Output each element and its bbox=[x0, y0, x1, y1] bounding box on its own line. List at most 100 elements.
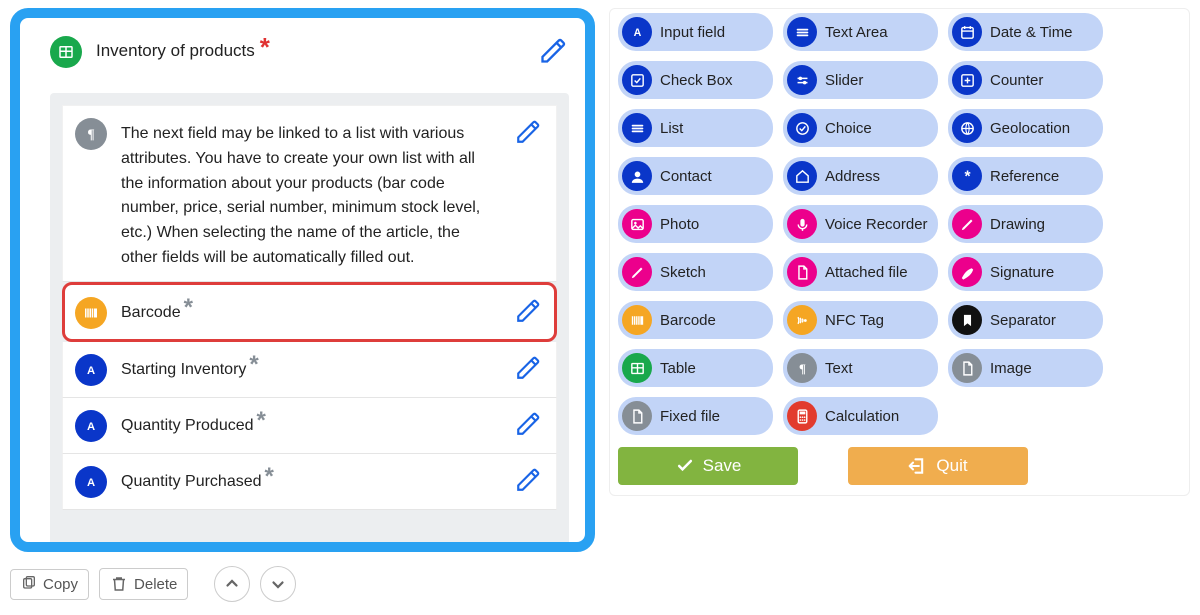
lines-icon bbox=[787, 17, 817, 47]
edit-field-button[interactable] bbox=[512, 352, 544, 384]
palette-label: Counter bbox=[990, 72, 1043, 89]
plus-box-icon bbox=[952, 65, 982, 95]
palette-label: Drawing bbox=[990, 216, 1045, 233]
field-label: Quantity Purchased* bbox=[121, 464, 498, 495]
delete-button[interactable]: Delete bbox=[99, 568, 188, 600]
palette-label: Attached file bbox=[825, 264, 908, 281]
required-indicator: * bbox=[265, 463, 274, 490]
field-row[interactable]: Barcode* bbox=[62, 282, 557, 342]
pen-icon bbox=[952, 257, 982, 287]
palette-label: Text Area bbox=[825, 24, 888, 41]
palette-barcode[interactable]: Barcode bbox=[618, 301, 773, 339]
save-button[interactable]: Save bbox=[618, 447, 798, 485]
palette-label: Table bbox=[660, 360, 696, 377]
table-icon bbox=[50, 36, 82, 68]
palette-image[interactable]: Image bbox=[948, 349, 1103, 387]
palette-address[interactable]: Address bbox=[783, 157, 938, 195]
palette-label: Image bbox=[990, 360, 1032, 377]
palette-signature[interactable]: Signature bbox=[948, 253, 1103, 291]
pencil-icon bbox=[952, 209, 982, 239]
palette-label: Signature bbox=[990, 264, 1054, 281]
palette-label: Choice bbox=[825, 120, 872, 137]
field-row[interactable]: Starting Inventory* bbox=[62, 342, 557, 398]
letter-a-icon bbox=[75, 410, 107, 442]
field-label: Starting Inventory* bbox=[121, 352, 498, 383]
palette-counter[interactable]: Counter bbox=[948, 61, 1103, 99]
letter-a-icon bbox=[75, 466, 107, 498]
copy-button[interactable]: Copy bbox=[10, 569, 89, 600]
home-icon bbox=[787, 161, 817, 191]
field-row[interactable]: Quantity Purchased* bbox=[62, 454, 557, 510]
form-title: Inventory of products bbox=[96, 41, 255, 61]
palette-photo[interactable]: Photo bbox=[618, 205, 773, 243]
move-up-button[interactable] bbox=[214, 566, 250, 602]
edit-field-button[interactable] bbox=[512, 295, 544, 327]
palette-label: Reference bbox=[990, 168, 1059, 185]
palette-label: NFC Tag bbox=[825, 312, 884, 329]
palette-reference[interactable]: Reference bbox=[948, 157, 1103, 195]
palette-table[interactable]: Table bbox=[618, 349, 773, 387]
paragraph-icon bbox=[787, 353, 817, 383]
palette-label: Contact bbox=[660, 168, 712, 185]
palette-label: Fixed file bbox=[660, 408, 720, 425]
file-icon bbox=[622, 401, 652, 431]
table-icon bbox=[622, 353, 652, 383]
mic-icon bbox=[787, 209, 817, 239]
file-icon bbox=[952, 353, 982, 383]
palette-attached-file[interactable]: Attached file bbox=[783, 253, 938, 291]
palette-label: Sketch bbox=[660, 264, 706, 281]
palette-choice[interactable]: Choice bbox=[783, 109, 938, 147]
field-row[interactable]: The next field may be linked to a list w… bbox=[62, 105, 557, 282]
letter-a-icon bbox=[622, 17, 652, 47]
palette-slider[interactable]: Slider bbox=[783, 61, 938, 99]
palette-voice-recorder[interactable]: Voice Recorder bbox=[783, 205, 938, 243]
palette-label: Geolocation bbox=[990, 120, 1070, 137]
palette-date-time[interactable]: Date & Time bbox=[948, 13, 1103, 51]
palette-geolocation[interactable]: Geolocation bbox=[948, 109, 1103, 147]
required-indicator: * bbox=[184, 294, 193, 321]
pencil-icon bbox=[622, 257, 652, 287]
palette-fixed-file[interactable]: Fixed file bbox=[618, 397, 773, 435]
check-circle-icon bbox=[787, 113, 817, 143]
palette-sketch[interactable]: Sketch bbox=[618, 253, 773, 291]
edit-field-button[interactable] bbox=[512, 116, 544, 148]
asterisk-icon bbox=[952, 161, 982, 191]
image-icon bbox=[622, 209, 652, 239]
palette-label: Separator bbox=[990, 312, 1056, 329]
palette-label: Voice Recorder bbox=[825, 216, 928, 233]
palette-label: Slider bbox=[825, 72, 863, 89]
quit-label: Quit bbox=[936, 456, 967, 476]
field-label: Barcode* bbox=[121, 295, 498, 326]
paragraph-text: The next field may be linked to a list w… bbox=[121, 116, 498, 271]
lines-icon bbox=[622, 113, 652, 143]
edit-field-button[interactable] bbox=[512, 408, 544, 440]
move-down-button[interactable] bbox=[260, 566, 296, 602]
palette-drawing[interactable]: Drawing bbox=[948, 205, 1103, 243]
file-icon bbox=[787, 257, 817, 287]
field-row[interactable]: Quantity Produced* bbox=[62, 398, 557, 454]
globe-icon bbox=[952, 113, 982, 143]
letter-a-icon bbox=[75, 354, 107, 386]
palette-check-box[interactable]: Check Box bbox=[618, 61, 773, 99]
required-indicator: * bbox=[260, 42, 270, 52]
checkbox-icon bbox=[622, 65, 652, 95]
palette-calculation[interactable]: Calculation bbox=[783, 397, 938, 435]
quit-button[interactable]: Quit bbox=[848, 447, 1028, 485]
palette-text[interactable]: Text bbox=[783, 349, 938, 387]
palette-label: Address bbox=[825, 168, 880, 185]
edit-field-button[interactable] bbox=[512, 464, 544, 496]
palette-label: Input field bbox=[660, 24, 725, 41]
palette-nfc-tag[interactable]: NFC Tag bbox=[783, 301, 938, 339]
save-label: Save bbox=[703, 456, 742, 476]
copy-label: Copy bbox=[43, 576, 78, 593]
calendar-icon bbox=[952, 17, 982, 47]
palette-label: List bbox=[660, 120, 683, 137]
palette-contact[interactable]: Contact bbox=[618, 157, 773, 195]
delete-label: Delete bbox=[134, 576, 177, 593]
palette-text-area[interactable]: Text Area bbox=[783, 13, 938, 51]
edit-form-button[interactable] bbox=[537, 35, 569, 67]
palette-list[interactable]: List bbox=[618, 109, 773, 147]
palette-separator[interactable]: Separator bbox=[948, 301, 1103, 339]
palette-input-field[interactable]: Input field bbox=[618, 13, 773, 51]
required-indicator: * bbox=[257, 407, 266, 434]
